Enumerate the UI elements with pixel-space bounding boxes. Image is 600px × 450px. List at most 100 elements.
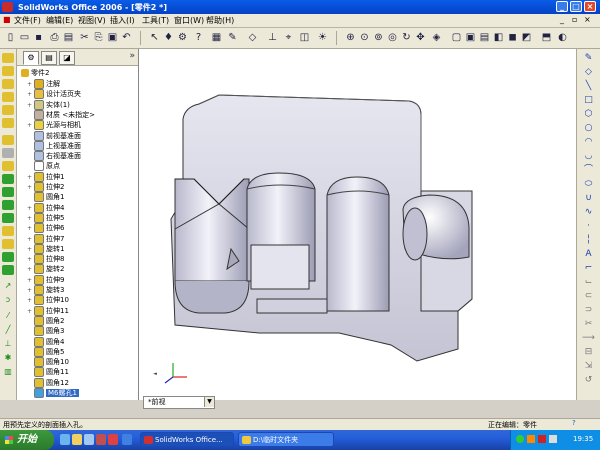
tree-item[interactable]: + 拉伸6 xyxy=(27,223,64,234)
task-solidworks[interactable]: SolidWorks Office... xyxy=(140,432,234,447)
grid-icon[interactable]: ▦ xyxy=(210,31,223,44)
measure-icon[interactable]: ⌖ xyxy=(282,31,295,44)
hidden-lines-visible-icon[interactable]: ▣ xyxy=(464,31,477,44)
tree-item[interactable]: + 拉伸2 xyxy=(27,182,64,192)
tree-item[interactable]: 圆角3 xyxy=(27,326,64,337)
doc-icon[interactable]: ■ xyxy=(3,15,11,24)
pan-icon[interactable]: ✥ xyxy=(414,31,427,44)
lofted-boss-icon[interactable] xyxy=(2,92,14,102)
tree-item[interactable]: + 拉伸11 xyxy=(27,305,69,316)
quicklaunch-ie-icon[interactable] xyxy=(60,434,70,445)
realview-icon[interactable]: ◐ xyxy=(556,31,569,44)
tree-item[interactable]: 圆角1 xyxy=(27,192,64,203)
close-button[interactable]: × xyxy=(584,1,596,12)
ellipse-icon[interactable]: ⬭ xyxy=(582,179,595,190)
move-icon[interactable]: ⇲ xyxy=(582,361,595,372)
centerpoint-arc-icon[interactable]: ◠ xyxy=(582,137,595,148)
tree-item[interactable]: 圆角2 xyxy=(27,315,64,326)
maximize-button[interactable]: □ xyxy=(570,1,582,12)
menu-insert[interactable]: 插入(I) xyxy=(110,15,135,26)
coordinate-system-icon[interactable]: ⊥ xyxy=(2,339,14,349)
tray-network-icon[interactable] xyxy=(516,435,524,443)
zoom-in-out-icon[interactable]: ⊚ xyxy=(372,31,385,44)
point-icon[interactable]: ✱ xyxy=(2,353,14,363)
start-button[interactable]: 开始 xyxy=(0,430,54,450)
mirror-icon[interactable] xyxy=(2,252,14,262)
zoom-to-fit-icon[interactable]: ⊕ xyxy=(344,31,357,44)
graphics-area[interactable]: ◄ xyxy=(139,49,576,400)
spline-icon[interactable]: ∿ xyxy=(582,207,595,218)
quicklaunch-media-icon[interactable] xyxy=(96,434,106,445)
chamfer-icon[interactable] xyxy=(2,118,14,128)
circular-pattern-icon[interactable] xyxy=(2,239,14,249)
helix-icon[interactable]: ↄ xyxy=(2,295,14,305)
menu-edit[interactable]: 编辑(E) xyxy=(46,15,73,26)
sketch-icon[interactable]: ✎ xyxy=(226,31,239,44)
fillet-sketch-icon[interactable]: ⌐ xyxy=(582,263,595,274)
quicklaunch-folder-icon[interactable] xyxy=(72,434,82,445)
perspective-icon[interactable]: ⬒ xyxy=(540,31,553,44)
chamfer-sketch-icon[interactable]: ⌙ xyxy=(582,277,595,288)
polygon-icon[interactable]: ⬡ xyxy=(582,109,595,120)
view-orientation-icon[interactable]: ◈ xyxy=(430,31,443,44)
zoom-selection-icon[interactable]: ◎ xyxy=(386,31,399,44)
print-icon[interactable]: ⎙ xyxy=(48,31,61,44)
quicklaunch-desktop-icon[interactable] xyxy=(84,434,94,445)
rebuild-icon[interactable]: ♦ xyxy=(162,31,175,44)
shaded-icon[interactable]: ◼ xyxy=(506,31,519,44)
tray-volume-icon[interactable] xyxy=(549,435,557,443)
tree-item[interactable]: 原点 xyxy=(27,161,60,172)
select-arrow-icon[interactable]: ↖ xyxy=(148,31,161,44)
photoworks-icon[interactable]: ☀ xyxy=(316,31,329,44)
tree-item[interactable]: + 实体(1) xyxy=(27,99,70,110)
copy-icon[interactable]: ⎘ xyxy=(92,31,105,44)
tree-item[interactable]: 圆角11 xyxy=(27,367,69,378)
open-folder-icon[interactable]: ▭ xyxy=(18,31,31,44)
collapse-panel-icon[interactable]: » xyxy=(129,51,135,61)
curves-icon[interactable]: ↗ xyxy=(2,281,14,291)
task-folder[interactable]: D:\临时文件夹 xyxy=(238,432,334,447)
configuration-manager-tab[interactable]: ◪ xyxy=(59,51,75,65)
tree-item[interactable]: 圆角12 xyxy=(27,377,69,388)
tree-item[interactable]: 材质 <未指定> xyxy=(27,109,95,120)
swept-boss-icon[interactable] xyxy=(2,79,14,89)
save-icon[interactable]: ▪ xyxy=(32,31,45,44)
tree-item[interactable]: + 旋转1 xyxy=(27,243,64,254)
trim-icon[interactable]: ✂ xyxy=(582,319,595,330)
solidworks-app-icon[interactable] xyxy=(2,2,13,12)
centerline-icon[interactable]: ╎ xyxy=(582,235,595,246)
minimize-button[interactable]: _ xyxy=(556,1,568,12)
feature-manager-tab[interactable]: ⚙ xyxy=(23,51,39,65)
hole-wizard-icon[interactable] xyxy=(2,213,14,223)
extend-icon[interactable]: ⟶ xyxy=(582,333,595,344)
menu-help[interactable]: 帮助(H) xyxy=(206,15,234,26)
smart-dimension-icon[interactable]: ◇ xyxy=(246,31,259,44)
print-preview-icon[interactable]: ▤ xyxy=(62,31,75,44)
doc-close-button[interactable]: × xyxy=(584,15,591,24)
quicklaunch-extra-icon[interactable] xyxy=(122,434,132,445)
zoom-area-icon[interactable]: ⊙ xyxy=(358,31,371,44)
part-model[interactable]: ◄ xyxy=(139,49,576,400)
cut-icon[interactable]: ✂ xyxy=(78,31,91,44)
tree-item[interactable]: 右视基准面 xyxy=(27,151,81,162)
doc-restore-button[interactable]: ▫ xyxy=(572,15,577,24)
tree-item[interactable]: 前视基准面 xyxy=(27,130,81,141)
tree-item[interactable]: M6螺孔1 xyxy=(27,388,79,398)
draft-icon[interactable] xyxy=(2,187,14,197)
tree-item[interactable]: + 光源与相机 xyxy=(27,120,81,131)
mirror-sketch-icon[interactable]: ⊟ xyxy=(582,347,595,358)
reference-axis-icon[interactable]: ╱ xyxy=(2,325,14,335)
new-document-icon[interactable]: ▯ xyxy=(4,31,17,44)
linear-pattern-icon[interactable] xyxy=(2,226,14,236)
view-orientation-dropdown[interactable]: *前视 ▼ xyxy=(143,396,215,409)
tree-item[interactable]: + 注解 xyxy=(27,79,60,89)
tree-item[interactable]: 圆角10 xyxy=(27,357,69,368)
tree-item[interactable]: + 拉伸9 xyxy=(27,274,64,285)
menu-tools[interactable]: 工具(T) xyxy=(142,15,169,26)
relations-icon[interactable]: ⊥ xyxy=(266,31,279,44)
tree-item[interactable]: + 拉伸4 xyxy=(27,202,64,213)
chevron-down-icon[interactable]: ▼ xyxy=(204,397,214,407)
tree-item[interactable]: + 拉伸10 xyxy=(27,295,69,306)
tray-antivirus-icon[interactable] xyxy=(538,435,546,443)
tree-item[interactable]: 上视基准面 xyxy=(27,140,81,151)
